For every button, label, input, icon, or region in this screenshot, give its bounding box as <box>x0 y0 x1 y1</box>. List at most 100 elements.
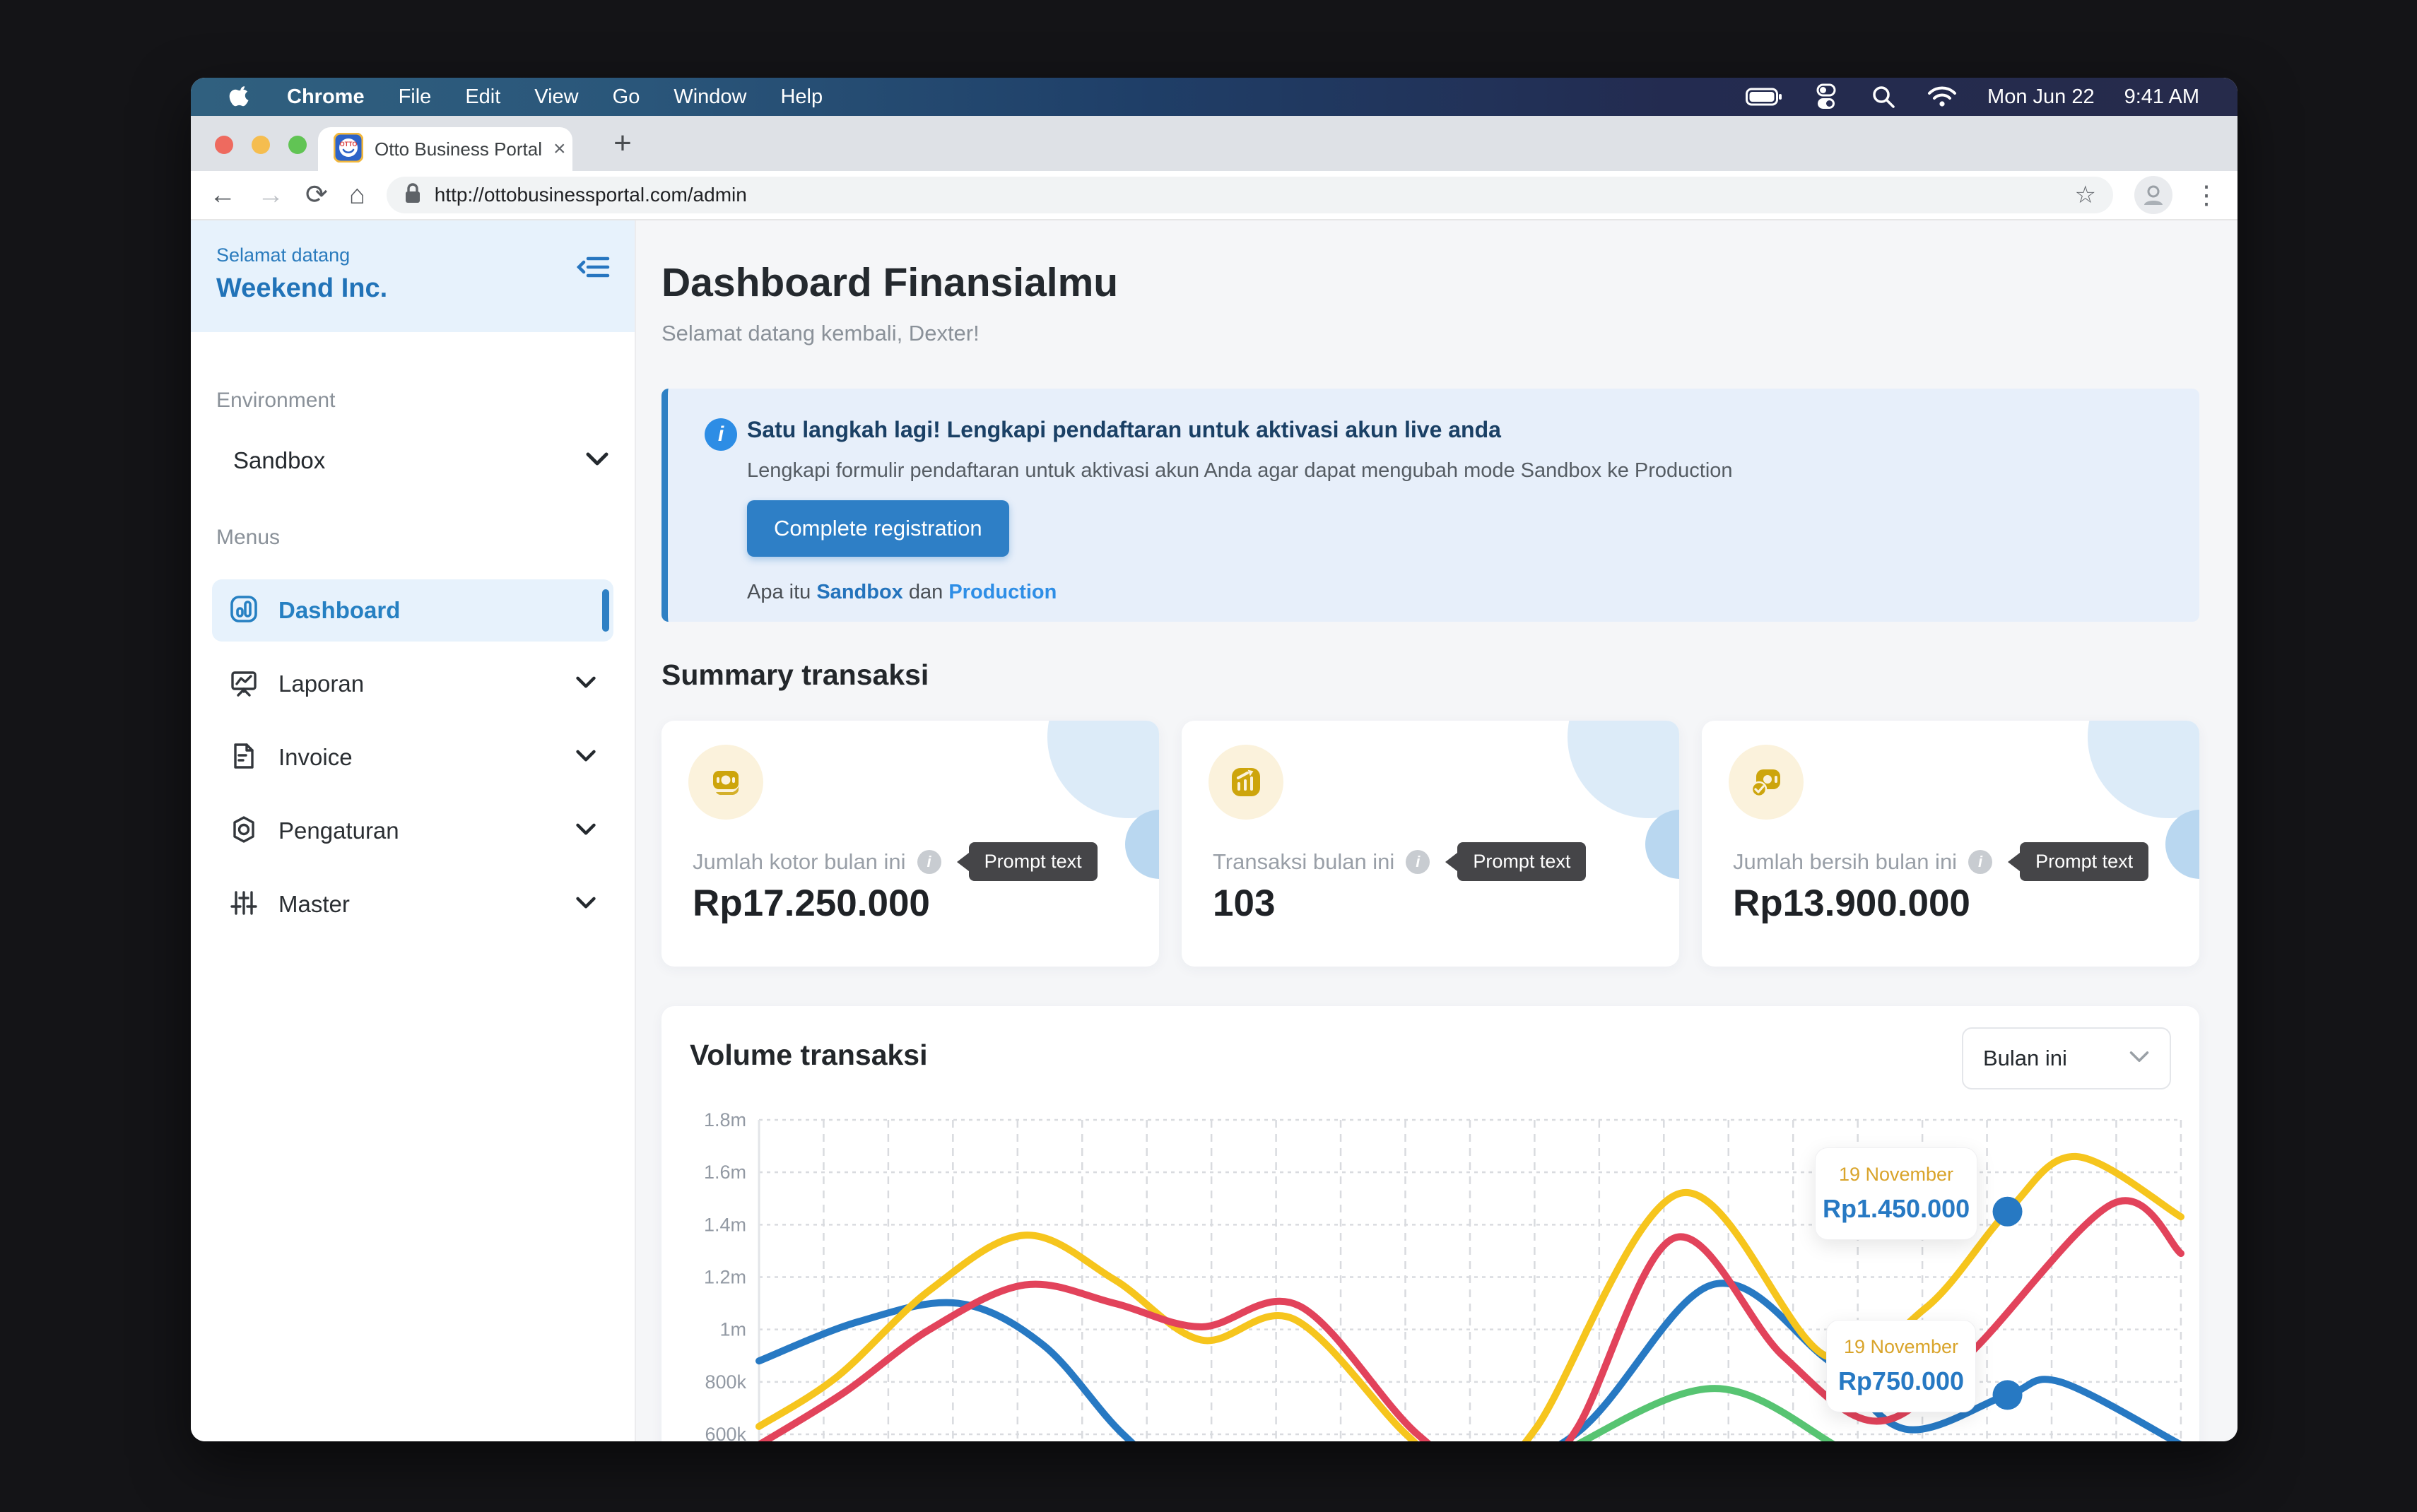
environment-selector[interactable]: Sandbox <box>216 432 609 489</box>
window-minimize-button[interactable] <box>252 136 270 154</box>
tooltip-text: Prompt text <box>2020 842 2148 881</box>
period-selector[interactable]: Bulan ini <box>1962 1027 2171 1089</box>
footnote-prefix: Apa itu <box>747 581 816 603</box>
sidebar-item-label: Master <box>278 891 575 918</box>
complete-registration-button[interactable]: Complete registration <box>747 500 1009 557</box>
browser-window: Chrome File Edit View Go Window Help Mon… <box>191 78 2237 1441</box>
sidebar-item-laporan[interactable]: Laporan <box>212 653 613 715</box>
sidebar-welcome-label: Selamat datang <box>216 244 609 266</box>
sidebar-item-invoice[interactable]: Invoice <box>212 726 613 789</box>
decor-circle <box>1125 810 1159 879</box>
decor-circle <box>1047 721 1159 818</box>
chart-tooltip: 19 November Rp1.450.000 <box>1815 1147 1977 1240</box>
reload-icon[interactable]: ⟳ <box>305 182 328 208</box>
page-content: Selamat datang Weekend Inc. Environment … <box>191 220 2237 1441</box>
chart-tooltip: 19 November Rp750.000 <box>1826 1320 1976 1412</box>
info-icon: i <box>705 418 737 451</box>
svg-text:1.6m: 1.6m <box>704 1162 746 1183</box>
svg-text:1.2m: 1.2m <box>704 1267 746 1288</box>
environment-value: Sandbox <box>233 447 585 474</box>
macos-menu-bar: Chrome File Edit View Go Window Help Mon… <box>191 78 2237 116</box>
menu-go[interactable]: Go <box>613 85 640 109</box>
tooltip-text: Prompt text <box>1457 842 1586 881</box>
chevron-down-icon <box>575 749 596 767</box>
menu-chrome[interactable]: Chrome <box>287 85 365 109</box>
back-icon[interactable]: ← <box>209 182 236 208</box>
card-label: Jumlah bersih bulan ini <box>1733 849 1957 875</box>
apple-menu-icon[interactable] <box>229 83 253 111</box>
svg-text:800k: 800k <box>705 1371 746 1393</box>
decor-circle <box>2088 721 2199 818</box>
menu-window[interactable]: Window <box>674 85 746 109</box>
chevron-down-icon <box>575 822 596 840</box>
sidebar-item-master[interactable]: Master <box>212 873 613 935</box>
svg-text:1.4m: 1.4m <box>704 1214 746 1235</box>
production-link[interactable]: Production <box>948 581 1057 603</box>
wifi-icon[interactable] <box>1927 85 1958 109</box>
sidebar-item-pengaturan[interactable]: Pengaturan <box>212 800 613 862</box>
chart-growth-icon <box>1208 745 1283 820</box>
sidebar-collapse-icon[interactable] <box>577 253 611 285</box>
favicon-otto: OTTO <box>334 133 363 166</box>
svg-text:1m: 1m <box>719 1319 746 1340</box>
chevron-down-icon <box>585 451 609 471</box>
registration-banner: i Satu langkah lagi! Lengkapi pendaftara… <box>661 389 2199 622</box>
svg-text:600k: 600k <box>705 1424 746 1441</box>
main-content: Dashboard Finansialmu Selamat datang kem… <box>636 220 2237 1441</box>
url-text[interactable]: http://ottobusinessportal.com/admin <box>435 184 2062 206</box>
card-label: Transaksi bulan ini <box>1213 849 1394 875</box>
card-value: Rp17.250.000 <box>693 882 930 925</box>
sidebar-item-label: Dashboard <box>278 597 596 624</box>
address-bar[interactable]: http://ottobusinessportal.com/admin ☆ <box>387 177 2113 213</box>
tooltip-value: Rp1.450.000 <box>1823 1194 1970 1224</box>
invoice-document-icon <box>229 741 259 774</box>
tab-title: Otto Business Portal <box>375 138 542 160</box>
window-close-button[interactable] <box>215 136 233 154</box>
control-center-icon[interactable] <box>1812 83 1840 111</box>
chevron-down-icon <box>2129 1050 2150 1068</box>
sidebar-item-dashboard[interactable]: Dashboard <box>212 579 613 642</box>
tooltip-arrow <box>1445 853 1457 871</box>
tab-close-icon[interactable]: × <box>553 137 566 161</box>
sidebar-menus-label: Menus <box>216 526 280 550</box>
sidebar: Selamat datang Weekend Inc. Environment … <box>191 220 636 1441</box>
sandbox-link[interactable]: Sandbox <box>816 581 902 603</box>
settings-nut-icon <box>229 815 259 848</box>
info-icon[interactable]: i <box>1406 850 1430 874</box>
battery-icon[interactable] <box>1746 87 1782 107</box>
coin-check-icon <box>1729 745 1804 820</box>
sidebar-item-label: Invoice <box>278 744 575 771</box>
tooltip-value: Rp750.000 <box>1834 1366 1968 1396</box>
page-title: Dashboard Finansialmu <box>661 259 1118 306</box>
forward-icon[interactable]: → <box>257 182 284 208</box>
home-icon[interactable]: ⌂ <box>349 182 365 208</box>
menubar-date[interactable]: Mon Jun 22 <box>1987 85 2095 109</box>
new-tab-button[interactable]: + <box>604 126 641 163</box>
info-icon[interactable]: i <box>917 850 941 874</box>
tooltip-date: 19 November <box>1823 1164 1970 1186</box>
prompt-tooltip: Prompt text <box>957 842 1098 881</box>
summary-cards: Jumlah kotor bulan ini i Prompt text Rp1… <box>661 721 2199 967</box>
browser-menu-icon[interactable]: ⋮ <box>2194 180 2219 210</box>
sidebar-company-header: Selamat datang Weekend Inc. <box>191 220 635 332</box>
menu-edit[interactable]: Edit <box>465 85 500 109</box>
menubar-clock[interactable]: 9:41 AM <box>2124 85 2199 109</box>
banner-footnote: Apa itu Sandbox dan Production <box>747 581 1057 604</box>
menu-file[interactable]: File <box>399 85 432 109</box>
card-net-amount: Jumlah bersih bulan ini i Prompt text Rp… <box>1702 721 2199 967</box>
menu-help[interactable]: Help <box>780 85 823 109</box>
browser-tab[interactable]: OTTO Otto Business Portal × <box>318 127 572 171</box>
chart-heading: Volume transaksi <box>690 1039 928 1072</box>
window-zoom-button[interactable] <box>288 136 307 154</box>
menu-view[interactable]: View <box>534 85 578 109</box>
tab-bar: OTTO Otto Business Portal × + <box>191 116 2237 171</box>
svg-text:OTTO: OTTO <box>340 141 358 148</box>
info-icon[interactable]: i <box>1968 850 1992 874</box>
bookmark-star-icon[interactable]: ☆ <box>2075 181 2096 209</box>
decor-circle <box>1568 721 1679 818</box>
spotlight-search-icon[interactable] <box>1870 83 1897 110</box>
report-board-icon <box>229 668 259 701</box>
period-value: Bulan ini <box>1983 1046 2129 1071</box>
profile-avatar-icon[interactable] <box>2134 176 2172 214</box>
sidebar-item-label: Laporan <box>278 671 575 697</box>
